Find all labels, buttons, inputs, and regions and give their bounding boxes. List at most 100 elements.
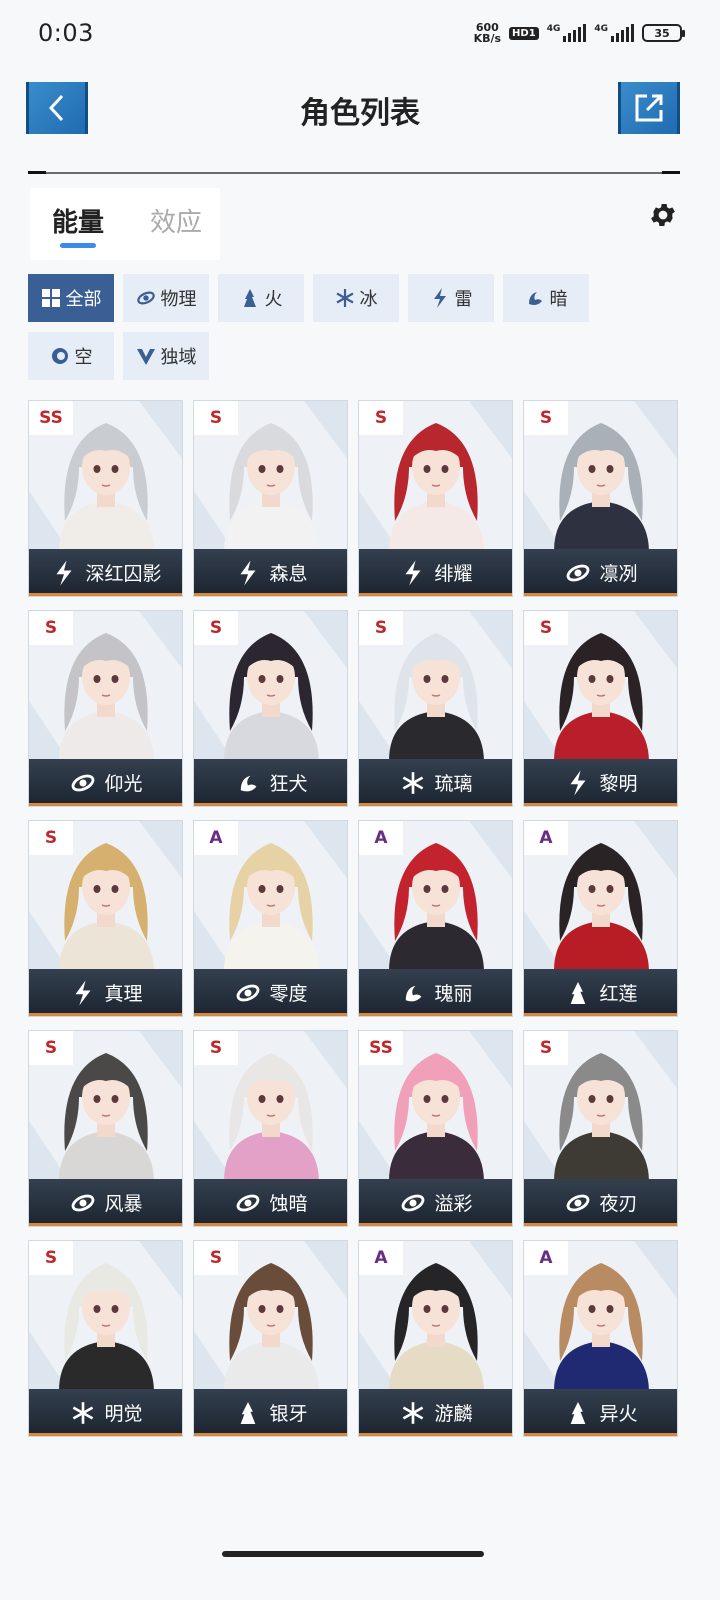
physical-icon <box>136 288 156 308</box>
character-nameplate: 琉璃 <box>359 759 512 806</box>
filter-dark[interactable]: 暗 <box>503 274 589 322</box>
battery-level: 35 <box>654 26 670 40</box>
character-card[interactable]: S 凛冽 <box>523 400 678 597</box>
physical-icon <box>565 560 591 586</box>
physical-icon <box>565 1190 591 1216</box>
character-card[interactable]: S 真理 <box>28 820 183 1017</box>
domain-icon <box>136 346 156 366</box>
page-title: 角色列表 <box>300 96 420 131</box>
rank-badge: S <box>29 1241 73 1275</box>
physical-icon <box>70 1190 96 1216</box>
character-card[interactable]: SS 溢彩 <box>358 1030 513 1227</box>
character-grid: SS 深红囚影 S 森息 S 绯耀 S 凛冽 S 仰光 S 狂犬 S 琉璃 S 黎明 S 真理 A 零度 A 瑰丽 A 红莲 S… <box>28 400 680 1437</box>
character-name: 绯耀 <box>434 563 473 585</box>
character-name: 森息 <box>269 563 308 585</box>
character-card[interactable]: SS 深红囚影 <box>28 400 183 597</box>
character-card[interactable]: S 仰光 <box>28 610 183 807</box>
home-indicator[interactable] <box>222 1551 484 1557</box>
status-bar: 0:03 600 KB/s HD1 4G 4G 35 <box>0 0 720 66</box>
snowflake-icon <box>70 1400 96 1426</box>
rank-badge: S <box>29 821 73 855</box>
share-button[interactable] <box>618 82 680 134</box>
character-card[interactable]: S 黎明 <box>523 610 678 807</box>
lightning-icon <box>430 288 450 308</box>
settings-button[interactable] <box>648 200 678 230</box>
character-name: 游麟 <box>434 1403 473 1425</box>
character-card[interactable]: S 夜刃 <box>523 1030 678 1227</box>
filter-thunder[interactable]: 雷 <box>408 274 494 322</box>
character-nameplate: 蚀暗 <box>194 1179 347 1226</box>
rank-badge: S <box>29 611 73 645</box>
filter-physical[interactable]: 物理 <box>123 274 209 322</box>
filter-label: 独域 <box>160 347 197 368</box>
external-link-icon <box>635 94 663 122</box>
character-name: 零度 <box>269 983 308 1005</box>
filter-label: 暗 <box>549 289 568 310</box>
character-name: 瑰丽 <box>434 983 473 1005</box>
character-card[interactable]: S 蚀暗 <box>193 1030 348 1227</box>
character-card[interactable]: S 绯耀 <box>358 400 513 597</box>
character-name: 银牙 <box>269 1403 308 1425</box>
filter-label: 空 <box>74 347 93 368</box>
character-card[interactable]: S 狂犬 <box>193 610 348 807</box>
character-card[interactable]: A 零度 <box>193 820 348 1017</box>
physical-icon <box>400 1190 426 1216</box>
battery-icon: 35 <box>642 24 685 42</box>
filter-label: 全部 <box>65 289 102 310</box>
character-nameplate: 森息 <box>194 549 347 596</box>
status-indicators: 600 KB/s HD1 4G 4G 35 <box>474 22 685 44</box>
character-nameplate: 仰光 <box>29 759 182 806</box>
character-card[interactable]: S 银牙 <box>193 1240 348 1437</box>
rank-badge: A <box>524 1241 568 1275</box>
gear-icon <box>651 204 675 226</box>
rank-badge: S <box>194 611 238 645</box>
fire-icon <box>240 288 260 308</box>
filter-void[interactable]: 空 <box>28 332 114 380</box>
character-name: 明觉 <box>104 1403 143 1425</box>
tab-bar: 能量 效应 <box>30 188 220 260</box>
character-card[interactable]: A 游麟 <box>358 1240 513 1437</box>
void-icon <box>50 346 70 366</box>
character-nameplate: 明觉 <box>29 1389 182 1436</box>
dark-icon <box>235 770 261 796</box>
character-card[interactable]: S 琉璃 <box>358 610 513 807</box>
character-card[interactable]: A 异火 <box>523 1240 678 1437</box>
filter-label: 物理 <box>160 289 197 310</box>
rank-badge: S <box>194 1241 238 1275</box>
filter-domain[interactable]: 独域 <box>123 332 209 380</box>
character-nameplate: 绯耀 <box>359 549 512 596</box>
rank-badge: A <box>359 1241 403 1275</box>
character-name: 真理 <box>104 983 143 1005</box>
character-card[interactable]: A 瑰丽 <box>358 820 513 1017</box>
tab-active-indicator <box>60 243 96 248</box>
character-nameplate: 瑰丽 <box>359 969 512 1016</box>
signal-label: 4G <box>594 24 608 34</box>
character-nameplate: 深红囚影 <box>29 549 182 596</box>
character-card[interactable]: S 森息 <box>193 400 348 597</box>
snowflake-icon <box>335 288 355 308</box>
rank-badge: S <box>524 401 568 435</box>
filter-all[interactable]: 全部 <box>28 274 114 322</box>
snowflake-icon <box>400 1400 426 1426</box>
app-header: 角色列表 <box>0 78 720 138</box>
character-nameplate: 溢彩 <box>359 1179 512 1226</box>
character-name: 狂犬 <box>269 773 308 795</box>
filter-fire[interactable]: 火 <box>218 274 304 322</box>
character-card[interactable]: S 风暴 <box>28 1030 183 1227</box>
rank-badge: A <box>524 821 568 855</box>
element-filter-bar: 全部 物理 火 冰 雷 暗 空 独域 <box>28 274 680 380</box>
character-nameplate: 黎明 <box>524 759 677 806</box>
lightning-icon <box>400 560 426 586</box>
rank-badge: S <box>359 401 403 435</box>
character-nameplate: 异火 <box>524 1389 677 1436</box>
character-card[interactable]: S 明觉 <box>28 1240 183 1437</box>
character-card[interactable]: A 红莲 <box>523 820 678 1017</box>
tab-effect[interactable]: 效应 <box>150 202 202 239</box>
dark-icon <box>525 288 545 308</box>
rank-badge: S <box>194 401 238 435</box>
filter-ice[interactable]: 冰 <box>313 274 399 322</box>
filter-label: 雷 <box>454 289 473 310</box>
character-nameplate: 真理 <box>29 969 182 1016</box>
tab-energy[interactable]: 能量 <box>52 202 104 239</box>
rank-badge: S <box>29 1031 73 1065</box>
